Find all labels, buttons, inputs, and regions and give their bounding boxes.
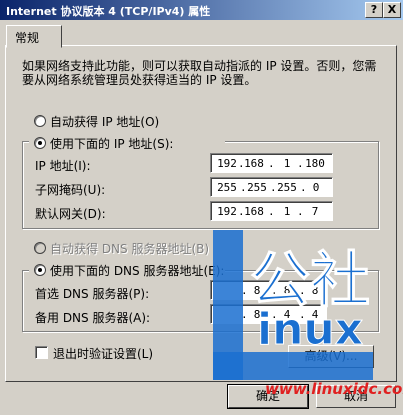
auto-dns-radio[interactable]	[34, 242, 46, 254]
auto-ip-radio[interactable]	[34, 115, 46, 127]
validate-checkbox[interactable]	[35, 346, 48, 359]
validate-label[interactable]: 退出时验证设置(L)	[53, 345, 153, 362]
manual-dns-label[interactable]: 使用下面的 DNS 服务器地址(E):	[50, 262, 224, 279]
cancel-button[interactable]: 取消	[316, 385, 396, 408]
advanced-button[interactable]: 高级(V)...	[288, 345, 374, 368]
alternate-dns-label: 备用 DNS 服务器(A):	[35, 311, 151, 325]
manual-dns-radio[interactable]	[34, 264, 46, 276]
description-text: 如果网络支持此功能，则可以获取自动指派的 IP 设置。否则，您需要从网络系统管理…	[22, 59, 377, 87]
auto-ip-label[interactable]: 自动获得 IP 地址(O)	[50, 113, 159, 130]
preferred-dns-label: 首选 DNS 服务器(P):	[35, 287, 150, 301]
close-button[interactable]: X	[383, 2, 401, 18]
manual-ip-radio[interactable]	[34, 137, 46, 149]
ok-button[interactable]: 确定	[227, 384, 309, 409]
window-title: Internet 协议版本 4 (TCP/IPv4) 属性	[6, 5, 211, 18]
help-button[interactable]: ?	[365, 2, 383, 18]
alternate-dns-field[interactable]: . 8. 4. 4	[210, 304, 327, 324]
subnet-mask-label: 子网掩码(U):	[35, 183, 106, 197]
title-bar: Internet 协议版本 4 (TCP/IPv4) 属性 ? X	[0, 0, 403, 20]
preferred-dns-field[interactable]: . 8. 8. 8	[210, 280, 327, 300]
tab-general-label: 常规	[15, 31, 40, 45]
gateway-label: 默认网关(D):	[35, 207, 106, 221]
manual-ip-label[interactable]: 使用下面的 IP 地址(S):	[50, 135, 173, 152]
tab-general[interactable]: 常规	[6, 25, 62, 48]
gateway-field[interactable]: 192. 168. 1. 7	[210, 201, 333, 221]
ip-address-field[interactable]: 192. 168. 1. 180	[210, 153, 333, 173]
ip-address-label: IP 地址(I):	[35, 159, 91, 173]
subnet-mask-field[interactable]: 255. 255. 255. 0	[210, 177, 333, 197]
auto-dns-label[interactable]: 自动获得 DNS 服务器地址(B)	[50, 240, 209, 257]
